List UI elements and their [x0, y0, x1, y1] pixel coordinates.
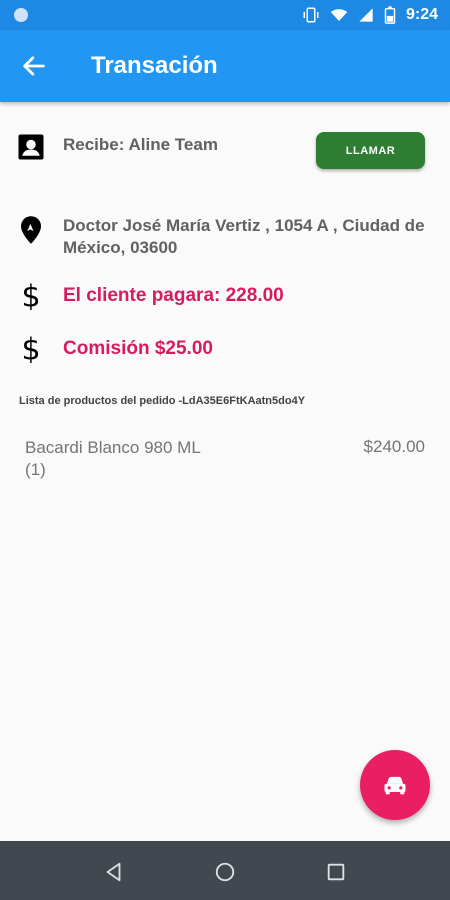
car-fab-button[interactable]	[360, 750, 430, 820]
status-icons: 9:24	[302, 5, 438, 25]
call-button[interactable]: LLAMAR	[316, 132, 425, 169]
product-name-block: Bacardi Blanco 980 ML (1)	[25, 437, 201, 481]
dollar-icon: $	[21, 333, 40, 363]
car-icon	[384, 776, 406, 795]
products-list-title: Lista de productos del pedido -LdA35E6Ft…	[19, 395, 306, 407]
contact-icon	[18, 134, 44, 160]
dollar-icon: $	[21, 280, 40, 310]
back-arrow-icon[interactable]	[20, 52, 48, 80]
product-name: Bacardi Blanco 980 ML	[25, 438, 201, 457]
clock-time: 9:24	[405, 6, 438, 23]
address-line-2: México, 03600	[63, 238, 178, 257]
notification-dot-icon	[14, 8, 28, 22]
svg-text:$: $	[21, 280, 40, 310]
wifi-icon	[330, 9, 348, 21]
battery-icon	[384, 6, 396, 24]
vibrate-icon	[303, 7, 319, 23]
nav-recents-icon[interactable]	[325, 861, 347, 883]
system-nav-bar	[0, 841, 450, 900]
commission-row: $ Comisión $25.00	[0, 333, 450, 367]
nav-home-icon[interactable]	[214, 861, 236, 883]
address-row: Doctor José María Vertiz , 1054 A , Ciud…	[0, 213, 450, 263]
app-bar: Transación	[0, 30, 450, 102]
address-line-1: Doctor José María Vertiz , 1054 A , Ciud…	[63, 216, 425, 235]
signal-icon	[359, 8, 373, 22]
recipient-label: Recibe: Aline Team	[63, 135, 218, 154]
commission-text: Comisión $25.00	[63, 338, 213, 359]
status-bar: 9:24	[0, 0, 450, 30]
client-pays-row: $ El cliente pagara: 228.00	[0, 280, 450, 314]
svg-text:$: $	[21, 333, 40, 363]
page-title: Transación	[91, 52, 218, 79]
product-price: $240.00	[363, 437, 425, 456]
client-pays-text: El cliente pagara: 228.00	[63, 285, 284, 306]
location-pin-icon	[21, 216, 41, 244]
nav-back-icon[interactable]	[103, 861, 125, 883]
product-quantity: (1)	[25, 460, 46, 479]
